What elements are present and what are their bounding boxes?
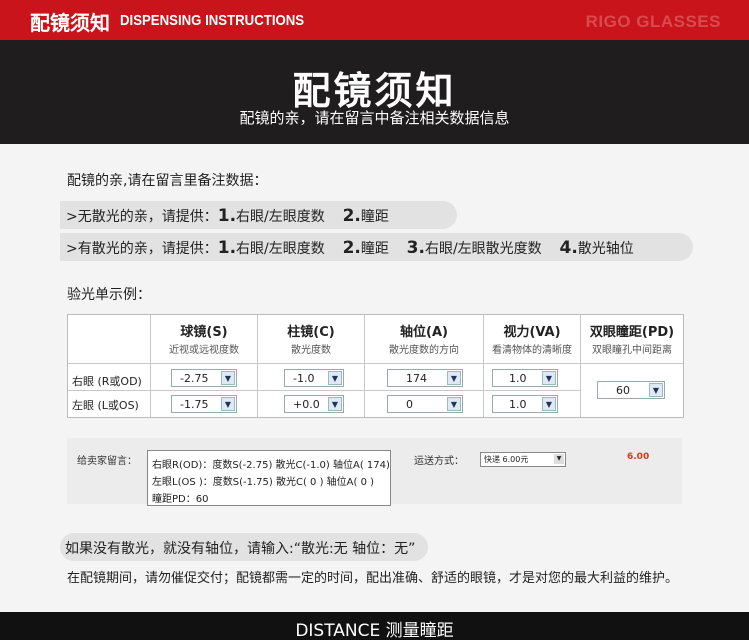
left-sph-select[interactable]: -1.75 ▼ (171, 395, 237, 413)
chevron-down-icon: ▼ (221, 371, 235, 385)
astig-item-3: 右眼/左眼散光度数 (424, 241, 542, 257)
pd-column: 双眼瞳距(PD) 双眼瞳孔中间距离 60 ▼ (581, 315, 683, 417)
pd-header: 双眼瞳距(PD) (589, 325, 675, 340)
no-astig-prefix: >无散光的亲，请提供： (66, 209, 218, 225)
no-astigmatism-row: >无散光的亲，请提供：1.右眼/左眼度数 2.瞳距 (60, 201, 457, 229)
no-astig-item-1: 右眼/左眼度数 (236, 209, 325, 225)
brand-logo: RIGO GLASSES (585, 12, 721, 31)
sph-column: 球镜(S) 近视或远视度数 -2.75 ▼ -1.75 ▼ (151, 315, 258, 417)
astig-item-2: 瞳距 (360, 241, 389, 257)
chevron-down-icon: ▼ (542, 397, 556, 411)
astig-num-1: 1. (217, 238, 237, 258)
prescription-table: 右眼 (R或OD) 左眼 (L或OS) 球镜(S) 近视或远视度数 -2.75 ▼… (67, 314, 684, 418)
hero-band: 配镜须知 配镜的亲，请在留言中备注相关数据信息 (0, 40, 749, 144)
chevron-down-icon: ▼ (554, 454, 564, 464)
banner-title-en: DISPENSING INSTRUCTIONS (120, 12, 305, 29)
chevron-down-icon: ▼ (221, 397, 235, 411)
right-cyl-select[interactable]: -1.0 ▼ (284, 369, 344, 387)
no-astig-num-2: 2. (342, 206, 361, 226)
axis-desc: 散光度数的方向 (389, 345, 459, 356)
astig-num-3: 3. (406, 238, 425, 258)
pd-select[interactable]: 60 ▼ (597, 381, 665, 399)
left-eye-label: 左眼 (L或OS) (72, 399, 139, 412)
shipping-fee: 6.00 (627, 452, 650, 462)
astig-num-4: 4. (559, 238, 578, 258)
va-column: 视力(VA) 看清物体的清晰度 1.0 ▼ 1.0 ▼ (484, 315, 581, 417)
pd-desc: 双眼瞳孔中间距离 (592, 345, 672, 356)
shipping-label: 运送方式： (414, 456, 464, 467)
row-divider (68, 390, 581, 391)
example-label: 验光单示例： (67, 287, 151, 303)
chevron-down-icon: ▼ (328, 397, 342, 411)
message-textarea[interactable]: 右眼R(OD)：度数S(-2.75) 散光C(-1.0) 轴位A( 174) 左… (147, 450, 391, 506)
axis-header: 轴位(A) (400, 325, 448, 340)
sph-desc: 近视或远视度数 (169, 345, 239, 356)
chevron-down-icon: ▼ (328, 371, 342, 385)
astig-prefix: >有散光的亲，请提供： (66, 241, 218, 257)
message-line-3: 瞳距PD：60 (152, 494, 209, 505)
footer-band: DISTANCE 测量瞳距 (0, 612, 749, 641)
left-axis-select[interactable]: 0 ▼ (387, 395, 463, 413)
message-label: 给卖家留言： (77, 456, 137, 467)
note-text: 如果没有散光，就没有轴位，请输入:“散光:无 轴位：无” (65, 541, 416, 557)
message-line-1: 右眼R(OD)：度数S(-2.75) 散光C(-1.0) 轴位A( 174) (152, 460, 390, 471)
left-va-select[interactable]: 1.0 ▼ (492, 395, 558, 413)
no-astig-note: 如果没有散光，就没有轴位，请输入:“散光:无 轴位：无” (60, 533, 428, 561)
right-axis-select[interactable]: 174 ▼ (387, 369, 463, 387)
no-astig-num-1: 1. (217, 206, 237, 226)
va-desc: 看清物体的清晰度 (492, 345, 572, 356)
cyl-header: 柱镜(C) (287, 325, 335, 340)
right-sph-select[interactable]: -2.75 ▼ (171, 369, 237, 387)
right-va-select[interactable]: 1.0 ▼ (492, 369, 558, 387)
footer-title: DISTANCE 测量瞳距 (295, 621, 454, 641)
intro-text: 配镜的亲,请在留言里备注数据： (67, 173, 268, 189)
left-cyl-select[interactable]: +0.0 ▼ (284, 395, 344, 413)
header-divider (68, 363, 683, 364)
top-banner: 配镜须知 DISPENSING INSTRUCTIONS RIGO GLASSE… (0, 0, 749, 40)
hero-subtitle: 配镜的亲，请在留言中备注相关数据信息 (239, 109, 510, 127)
astig-item-1: 右眼/左眼度数 (236, 241, 325, 257)
row-label-column: 右眼 (R或OD) 左眼 (L或OS) (68, 315, 151, 417)
cyl-column: 柱镜(C) 散光度数 -1.0 ▼ +0.0 ▼ (258, 315, 365, 417)
banner-title-cn: 配镜须知 (30, 11, 110, 35)
sph-header: 球镜(S) (180, 325, 228, 340)
no-astig-item-2: 瞳距 (360, 209, 389, 225)
chevron-down-icon: ▼ (447, 397, 461, 411)
astig-item-4: 散光轴位 (577, 241, 634, 257)
astig-num-2: 2. (342, 238, 361, 258)
chevron-down-icon: ▼ (447, 371, 461, 385)
with-astigmatism-row: >有散光的亲，请提供：1.右眼/左眼度数 2.瞳距 3.右眼/左眼散光度数 4.… (60, 233, 693, 261)
axis-column: 轴位(A) 散光度数的方向 174 ▼ 0 ▼ (365, 315, 484, 417)
chevron-down-icon: ▼ (649, 383, 663, 397)
chevron-down-icon: ▼ (542, 371, 556, 385)
order-message-panel: 给卖家留言： 右眼R(OD)：度数S(-2.75) 散光C(-1.0) 轴位A(… (67, 438, 682, 506)
reminder-text: 在配镜期间，请勿催促交付；配镜都需一定的时间，配出准确、舒适的眼镜，才是对您的最… (67, 571, 679, 586)
va-header: 视力(VA) (503, 325, 561, 340)
cyl-desc: 散光度数 (291, 345, 331, 356)
message-line-2: 左眼L(OS )：度数S(-1.75) 散光C( 0 ) 轴位A( 0 ) (152, 477, 375, 488)
right-eye-label: 右眼 (R或OD) (72, 375, 142, 388)
shipping-select[interactable]: 快递 6.00元 ▼ (480, 452, 566, 467)
